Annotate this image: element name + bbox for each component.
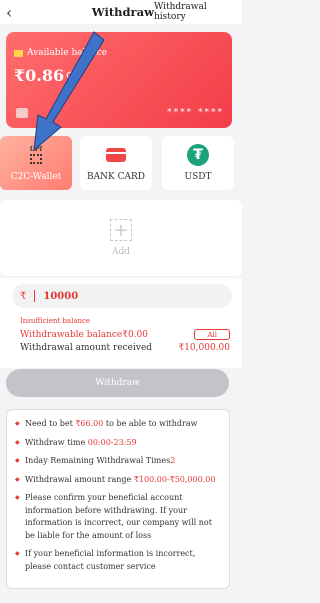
withdraw-notes: ◆ Need to bet ₹66.00 to be able to withd…: [6, 409, 230, 589]
all-button[interactable]: All: [194, 329, 230, 340]
rupee-icon: ₹: [20, 290, 27, 302]
divider: [34, 290, 36, 302]
withdraw-methods: UPI C2C-Wallet BANK CARD ₮ USDT: [0, 136, 242, 192]
method-label: USDT: [184, 172, 212, 182]
withdrawal-history-link[interactable]: Withdrawal history: [154, 2, 240, 22]
add-account-button[interactable]: + Add: [0, 200, 242, 276]
amount-range: ₹100.00-₹50,000.00: [133, 474, 216, 484]
received-row: Withdrawal amount received ₹10,000.00: [20, 343, 230, 353]
withdraw-time: 00:00-23:59: [87, 437, 137, 447]
chevron-left-icon[interactable]: ‹: [6, 3, 22, 22]
bet-amount: ₹66.00: [75, 419, 104, 428]
balance-card: Available balance ₹0.86 ⟳ **** ****: [6, 32, 232, 128]
note-item: ◆ Inday Remaining Withdrawal Times2: [15, 455, 223, 468]
remaining-times: 2: [170, 456, 176, 465]
method-label: BANK CARD: [87, 172, 145, 182]
amount-section: ₹ Insufficient balance Withdrawable bala…: [0, 278, 242, 368]
header: ‹ Withdraw Withdrawal history: [0, 0, 242, 24]
balance-label: Available balance: [14, 48, 107, 58]
refresh-icon[interactable]: ⟳: [66, 68, 76, 82]
withdraw-button[interactable]: Withdraw: [6, 369, 229, 397]
usdt-icon: ₮: [187, 144, 209, 166]
method-usdt[interactable]: ₮ USDT: [162, 136, 234, 190]
page-title: Withdraw: [91, 5, 154, 19]
amount-field[interactable]: ₹: [12, 284, 232, 308]
note-item: ◆ Please confirm your beneficial account…: [15, 492, 223, 542]
add-label: Add: [111, 247, 131, 257]
note-item: ◆ If your beneficial information is inco…: [15, 548, 223, 573]
diamond-bullet-icon: ◆: [15, 420, 20, 427]
diamond-bullet-icon: ◆: [15, 475, 20, 483]
insufficient-balance-error: Insufficient balance: [20, 317, 91, 325]
received-label: Withdrawal amount received: [20, 343, 153, 353]
upi-qr-icon: UPI: [30, 146, 42, 164]
diamond-bullet-icon: ◆: [15, 494, 20, 501]
masked-card-number: **** ****: [167, 108, 224, 118]
diamond-bullet-icon: ◆: [15, 457, 20, 464]
note-item: ◆ Withdrawal amount range ₹100.00-₹50,00…: [15, 474, 223, 487]
card-chip-icon: [16, 108, 28, 118]
note-item: ◆ Need to bet ₹66.00 to be able to withd…: [15, 418, 223, 431]
wallet-icon: [14, 49, 23, 57]
received-value: ₹10,000.00: [178, 343, 230, 353]
diamond-bullet-icon: ◆: [15, 550, 20, 557]
method-label: C2C-Wallet: [10, 172, 62, 182]
amount-input[interactable]: [43, 290, 184, 302]
bank-card-icon: [106, 148, 126, 162]
withdrawable-row: Withdrawable balance₹0.00 All: [20, 329, 230, 340]
diamond-bullet-icon: ◆: [15, 438, 20, 446]
method-bank-card[interactable]: BANK CARD: [80, 136, 152, 190]
withdrawable-balance: Withdrawable balance₹0.00: [20, 329, 149, 340]
balance-label-text: Available balance: [27, 48, 108, 58]
method-c2c-wallet[interactable]: UPI C2C-Wallet: [0, 136, 72, 190]
note-item: ◆ Withdraw time 00:00-23:59: [15, 437, 223, 450]
plus-icon: +: [110, 219, 132, 241]
balance-amount: ₹0.86: [14, 66, 65, 85]
